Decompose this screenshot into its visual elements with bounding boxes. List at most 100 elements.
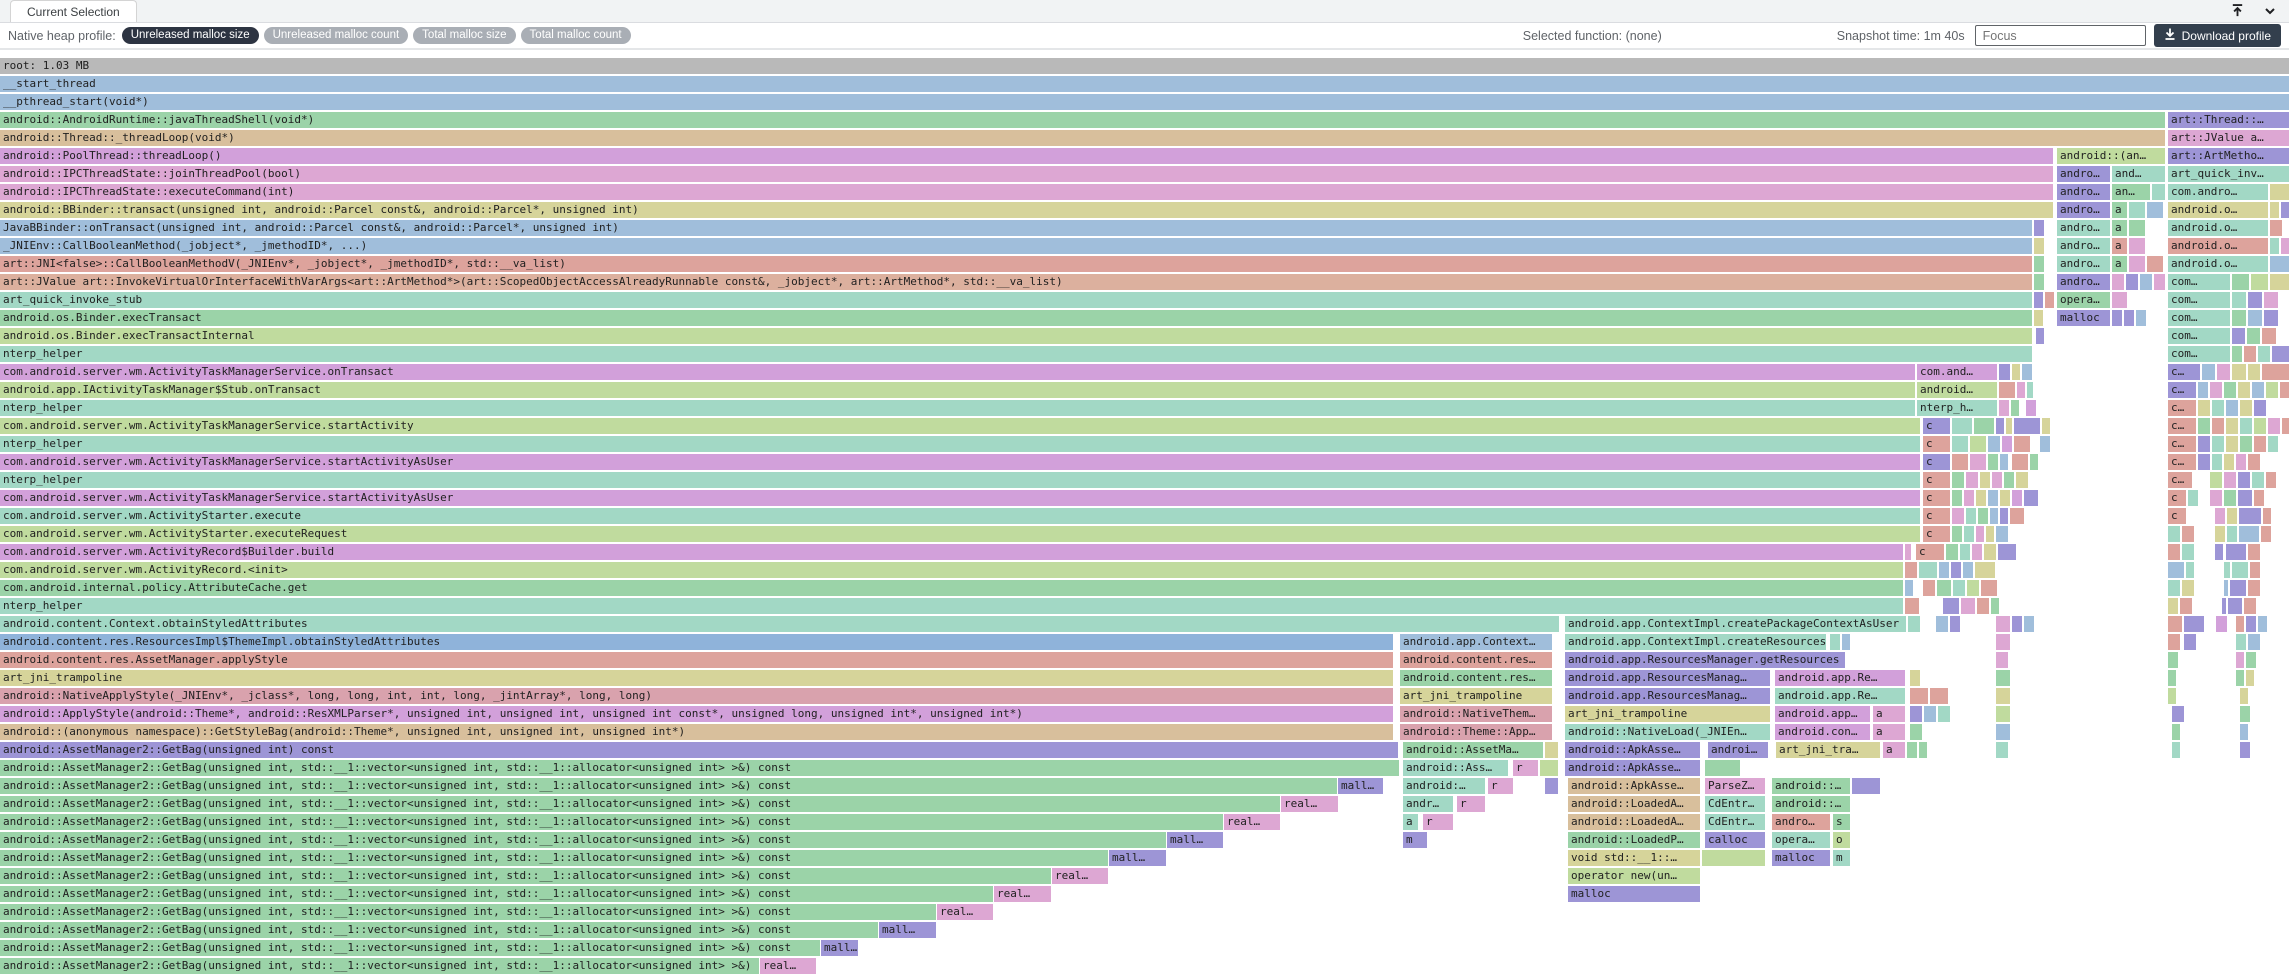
flame-bar[interactable]: com… <box>2168 310 2230 326</box>
flame-bar[interactable]: android::AssetMa… <box>1403 742 1543 758</box>
flame-bar[interactable]: android::LoadedA… <box>1568 796 1700 812</box>
flame-bar[interactable]: android.con… <box>1775 724 1870 740</box>
flame-bar[interactable]: o <box>1833 832 1850 848</box>
flame-sliver[interactable] <box>2036 328 2044 344</box>
flame-bar[interactable]: r <box>1457 796 1485 812</box>
flame-sliver[interactable] <box>1952 490 1962 506</box>
flame-sliver[interactable] <box>2224 472 2236 488</box>
flame-sliver[interactable] <box>1919 742 1927 758</box>
flame-sliver[interactable] <box>2258 346 2270 362</box>
flame-bar[interactable]: r <box>1488 778 1513 794</box>
flame-bar[interactable]: android::NativeApplyStyle(_JNIEnv*, _jcl… <box>0 688 1393 704</box>
flame-sliver[interactable] <box>2246 652 2256 668</box>
flame-sliver[interactable] <box>2266 472 2276 488</box>
flame-sliver[interactable] <box>2240 742 2250 758</box>
flame-sliver[interactable] <box>2034 220 2044 236</box>
flame-sliver[interactable] <box>1988 454 1998 470</box>
flame-bar[interactable]: mall… <box>879 922 936 938</box>
flame-bar[interactable]: andro… <box>2057 202 2110 218</box>
flame-bar[interactable]: mall… <box>1109 850 1166 866</box>
flame-sliver[interactable] <box>2212 436 2224 452</box>
flame-sliver[interactable] <box>1924 706 1936 722</box>
flame-sliver[interactable] <box>2222 598 2226 614</box>
flame-sliver[interactable] <box>2210 382 2222 398</box>
flame-bar[interactable]: com… <box>2168 292 2230 308</box>
flame-sliver[interactable] <box>1946 544 1958 560</box>
flame-sliver[interactable] <box>2266 382 2278 398</box>
flame-bar[interactable]: andr… <box>1403 796 1453 812</box>
flame-bar[interactable]: android.os.Binder.execTransact <box>0 310 2032 326</box>
flame-sliver[interactable] <box>2230 580 2246 596</box>
flame-bar[interactable]: android::AssetManager2::GetBag(unsigned … <box>0 922 878 938</box>
flame-sliver[interactable] <box>2034 238 2044 254</box>
flame-sliver[interactable] <box>2248 580 2260 596</box>
flame-bar[interactable]: c <box>1923 454 1950 470</box>
flame-sliver[interactable] <box>2172 742 2180 758</box>
flame-bar[interactable]: android::… <box>1772 778 1850 794</box>
flame-bar[interactable]: android.app.Re… <box>1775 688 1905 704</box>
flame-sliver[interactable] <box>2263 508 2271 524</box>
flame-sliver[interactable] <box>2034 256 2044 272</box>
flame-sliver[interactable] <box>2226 544 2246 560</box>
flame-bar[interactable]: android::AssetManager2::GetBag(unsigned … <box>0 904 936 920</box>
flame-bar[interactable]: andro… <box>2057 274 2110 290</box>
flame-bar[interactable]: c… <box>2168 382 2196 398</box>
flame-sliver[interactable] <box>2010 508 2024 524</box>
flame-sliver[interactable] <box>2012 454 2028 470</box>
flame-sliver[interactable] <box>2000 508 2008 524</box>
flame-sliver[interactable] <box>1964 490 1974 506</box>
flame-sliver[interactable] <box>2282 418 2289 434</box>
download-profile-button[interactable]: Download profile <box>2154 24 2281 47</box>
flame-sliver[interactable] <box>2248 544 2260 560</box>
flame-sliver[interactable] <box>2000 490 2010 506</box>
flame-sliver[interactable] <box>2247 328 2260 344</box>
flame-sliver[interactable] <box>2182 526 2194 542</box>
flame-sliver[interactable] <box>2011 400 2019 416</box>
flame-sliver[interactable] <box>2227 508 2237 524</box>
flame-sliver[interactable] <box>2012 490 2022 506</box>
flame-sliver[interactable] <box>2168 526 2180 542</box>
flame-sliver[interactable] <box>2268 418 2280 434</box>
flame-bar[interactable]: __pthread_start(void*) <box>0 94 2289 110</box>
flame-sliver[interactable] <box>2240 418 2252 434</box>
flame-sliver[interactable] <box>1970 436 1986 452</box>
flame-sliver[interactable] <box>2232 274 2249 290</box>
mode-button[interactable]: Total malloc count <box>521 27 631 44</box>
flame-sliver[interactable] <box>2198 418 2210 434</box>
flame-bar[interactable]: andro… <box>1772 814 1830 830</box>
flame-bar[interactable]: android.content.res… <box>1400 652 1552 668</box>
flame-sliver[interactable] <box>2172 706 2184 722</box>
flame-bar[interactable]: and… <box>2112 166 2165 182</box>
flame-sliver[interactable] <box>2180 598 2192 614</box>
flame-sliver[interactable] <box>2215 544 2223 560</box>
flame-sliver[interactable] <box>1986 526 1994 542</box>
flame-sliver[interactable] <box>2248 364 2260 380</box>
flame-sliver[interactable] <box>2016 472 2028 488</box>
flame-bar[interactable]: com.android.server.wm.ActivityTaskManage… <box>0 418 1920 434</box>
flame-sliver[interactable] <box>2022 364 2032 380</box>
flame-sliver[interactable] <box>2215 508 2225 524</box>
flame-sliver[interactable] <box>2240 706 2250 722</box>
flame-sliver[interactable] <box>1936 616 1948 632</box>
flame-bar[interactable]: com… <box>2168 328 2230 344</box>
flame-bar[interactable]: operator new(un… <box>1568 868 1700 884</box>
flame-sliver[interactable] <box>2147 256 2163 272</box>
flame-bar[interactable]: andro… <box>2057 256 2110 272</box>
flame-sliver[interactable] <box>2226 400 2238 416</box>
flame-bar[interactable]: android::PoolThread::threadLoop() <box>0 148 2053 164</box>
flame-sliver[interactable] <box>2226 436 2238 452</box>
flame-sliver[interactable] <box>1974 418 1994 434</box>
flame-sliver[interactable] <box>2232 292 2246 308</box>
flame-sliver[interactable] <box>2236 634 2246 650</box>
flame-sliver[interactable] <box>1963 562 1973 578</box>
flame-sliver[interactable] <box>2262 364 2289 380</box>
flame-sliver[interactable] <box>2250 562 2260 578</box>
flame-bar[interactable]: android::AndroidRuntime::javaThreadShell… <box>0 112 2165 128</box>
flame-bar[interactable]: c <box>2168 508 2186 524</box>
flame-sliver[interactable] <box>1981 580 1997 596</box>
flame-sliver[interactable] <box>2034 310 2043 326</box>
flame-sliver[interactable] <box>1937 580 1951 596</box>
flame-sliver[interactable] <box>1910 724 1922 740</box>
flame-bar[interactable]: android.app.IActivityTaskManager$Stub.on… <box>0 382 1915 398</box>
flame-sliver[interactable] <box>2168 598 2178 614</box>
